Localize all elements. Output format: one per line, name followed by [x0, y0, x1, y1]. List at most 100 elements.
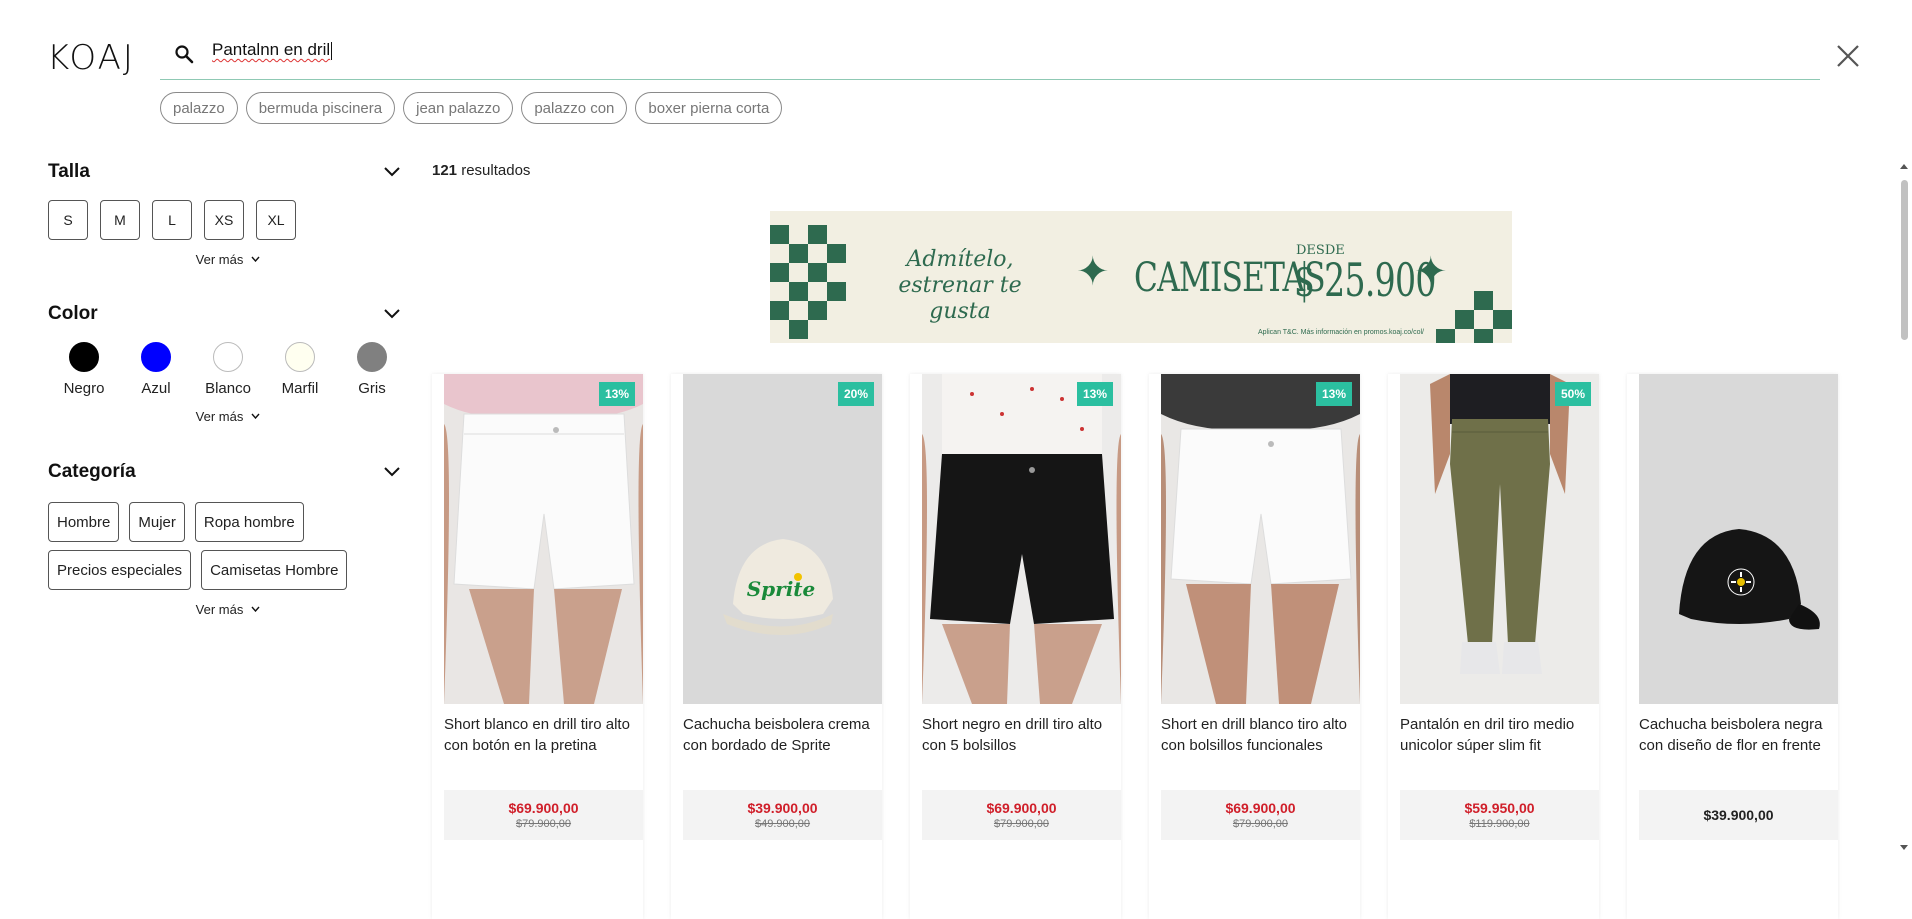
chevron-down-icon: [251, 256, 260, 262]
search-icon: [175, 45, 194, 64]
color-label: Negro: [63, 380, 105, 397]
product-card[interactable]: Cachucha beisbolera negra con diseño de …: [1627, 374, 1838, 919]
suggestion-chip[interactable]: bermuda piscinera: [245, 92, 396, 124]
color-swatch: [213, 342, 243, 372]
discount-badge: 13%: [598, 382, 635, 406]
category-option[interactable]: Precios especiales: [48, 550, 192, 590]
close-icon[interactable]: [1834, 42, 1862, 70]
product-image[interactable]: Sprite 20%: [683, 374, 882, 704]
price-box: $59.950,00 $119.900,00: [1400, 790, 1599, 840]
white-shorts-image: [1161, 374, 1360, 704]
color-option-blanco[interactable]: Blanco: [192, 342, 264, 397]
color-swatch: [357, 342, 387, 372]
original-price: $79.900,00: [515, 818, 572, 830]
filter-color-header[interactable]: Color: [48, 292, 400, 336]
product-image[interactable]: 50%: [1400, 374, 1599, 704]
original-price: $79.900,00: [993, 818, 1050, 830]
ver-mas-button[interactable]: Ver más: [48, 407, 408, 425]
filter-color: Color Negro Azul Blanco Marfil Gris Ver …: [48, 292, 408, 450]
scroll-down-arrow-icon[interactable]: [1900, 845, 1908, 850]
color-label: Azul: [141, 380, 171, 397]
promo-banner[interactable]: Admítelo, estrenar te gusta ✦ CAMISETAS …: [770, 211, 1512, 343]
cream-cap-image: Sprite: [683, 374, 882, 704]
category-options-row: Hombre Mujer Ropa hombre: [48, 502, 408, 542]
product-card[interactable]: Sprite 20% Cachucha beisbolera crema con…: [671, 374, 882, 919]
sale-price: $39.900,00: [747, 800, 818, 816]
original-price: $119.900,00: [1469, 818, 1530, 830]
discount-badge: 13%: [1315, 382, 1352, 406]
search-suggestions: palazzo bermuda piscinera jean palazzo p…: [160, 92, 783, 124]
suggestion-chip[interactable]: boxer pierna corta: [635, 92, 783, 124]
ver-mas-label: Ver más: [195, 601, 244, 617]
color-option-gris[interactable]: Gris: [336, 342, 408, 397]
category-option[interactable]: Hombre: [48, 502, 120, 542]
chevron-down-icon: [251, 606, 260, 612]
product-card[interactable]: 13% Short en drill blanco tiro alto con …: [1149, 374, 1360, 919]
size-option[interactable]: XS: [204, 200, 244, 240]
product-name[interactable]: Short en drill blanco tiro alto con bols…: [1161, 714, 1360, 756]
size-option[interactable]: L: [152, 200, 192, 240]
product-name[interactable]: Pantalón en dril tiro medio unicolor súp…: [1400, 714, 1599, 756]
product-card[interactable]: 50% Pantalón en dril tiro medio unicolor…: [1388, 374, 1599, 919]
category-option[interactable]: Mujer: [129, 502, 185, 542]
filter-categoria: Categoría Hombre Mujer Ropa hombre Preci…: [48, 450, 408, 618]
results-number: 121: [432, 162, 458, 179]
filter-categoria-header[interactable]: Categoría: [48, 450, 400, 494]
color-options: Negro Azul Blanco Marfil Gris: [48, 342, 408, 397]
price-box: $69.900,00 $79.900,00: [1161, 790, 1360, 840]
product-image[interactable]: 13%: [444, 374, 643, 704]
original-price: $79.900,00: [1232, 818, 1289, 830]
category-option[interactable]: Camisetas Hombre: [201, 550, 348, 590]
scroll-up-arrow-icon[interactable]: [1900, 164, 1908, 169]
product-card[interactable]: 13% Short blanco en drill tiro alto con …: [432, 374, 643, 919]
scrollbar[interactable]: [1897, 160, 1912, 852]
chevron-down-icon: [384, 467, 400, 477]
filter-talla-header[interactable]: Talla: [48, 150, 400, 194]
banner-line2: estrenar te gusta: [898, 273, 1022, 324]
product-image[interactable]: 13%: [1161, 374, 1360, 704]
product-image[interactable]: [1639, 374, 1838, 704]
category-option[interactable]: Ropa hombre: [194, 502, 304, 542]
star-icon: ✦: [1414, 250, 1448, 294]
koaj-logo[interactable]: KOAJ: [47, 38, 135, 78]
product-card[interactable]: 13% Short negro en drill tiro alto con 5…: [910, 374, 1121, 919]
search-input[interactable]: Pantalnn en dril: [212, 40, 1712, 72]
discount-badge: 13%: [1076, 382, 1113, 406]
search-bar: Pantalnn en dril: [160, 30, 1820, 80]
ver-mas-label: Ver más: [195, 251, 244, 267]
price: $39.900,00: [1703, 807, 1774, 823]
svg-text:Sprite: Sprite: [747, 577, 816, 601]
color-option-azul[interactable]: Azul: [120, 342, 192, 397]
category-options-row: Precios especiales Camisetas Hombre: [48, 550, 408, 590]
product-name[interactable]: Cachucha beisbolera crema con bordado de…: [683, 714, 882, 756]
price-box: $69.900,00 $79.900,00: [444, 790, 643, 840]
size-option[interactable]: M: [100, 200, 140, 240]
olive-pants-image: [1400, 374, 1599, 704]
color-option-marfil[interactable]: Marfil: [264, 342, 336, 397]
suggestion-chip[interactable]: palazzo: [160, 92, 238, 124]
ver-mas-button[interactable]: Ver más: [48, 250, 408, 268]
suggestion-chip[interactable]: palazzo con: [521, 92, 628, 124]
price-box: $39.900,00: [1639, 790, 1838, 840]
color-option-negro[interactable]: Negro: [48, 342, 120, 397]
product-name[interactable]: Cachucha beisbolera negra con diseño de …: [1639, 714, 1838, 756]
product-name[interactable]: Short blanco en drill tiro alto con botó…: [444, 714, 643, 756]
color-label: Marfil: [281, 380, 319, 397]
ver-mas-button[interactable]: Ver más: [48, 600, 408, 618]
product-name[interactable]: Short negro en drill tiro alto con 5 bol…: [922, 714, 1121, 756]
star-icon: ✦: [1076, 250, 1110, 294]
product-image[interactable]: 13%: [922, 374, 1121, 704]
chevron-down-icon: [384, 309, 400, 319]
size-option[interactable]: S: [48, 200, 88, 240]
scroll-thumb[interactable]: [1901, 180, 1908, 340]
black-shorts-image: [922, 374, 1121, 704]
banner-tagline: Admítelo, estrenar te gusta: [870, 247, 1050, 325]
suggestion-chip[interactable]: jean palazzo: [403, 92, 514, 124]
ver-mas-label: Ver más: [195, 408, 244, 424]
banner-legal: Aplican T&C. Más información en promos.k…: [1258, 329, 1424, 336]
banner-line1: Admítelo,: [906, 247, 1014, 272]
filters-sidebar: Talla S M L XS XL Ver más Color Negro Az…: [48, 150, 408, 618]
size-option[interactable]: XL: [256, 200, 296, 240]
color-label: Gris: [358, 380, 386, 397]
filter-title: Categoría: [48, 461, 136, 482]
